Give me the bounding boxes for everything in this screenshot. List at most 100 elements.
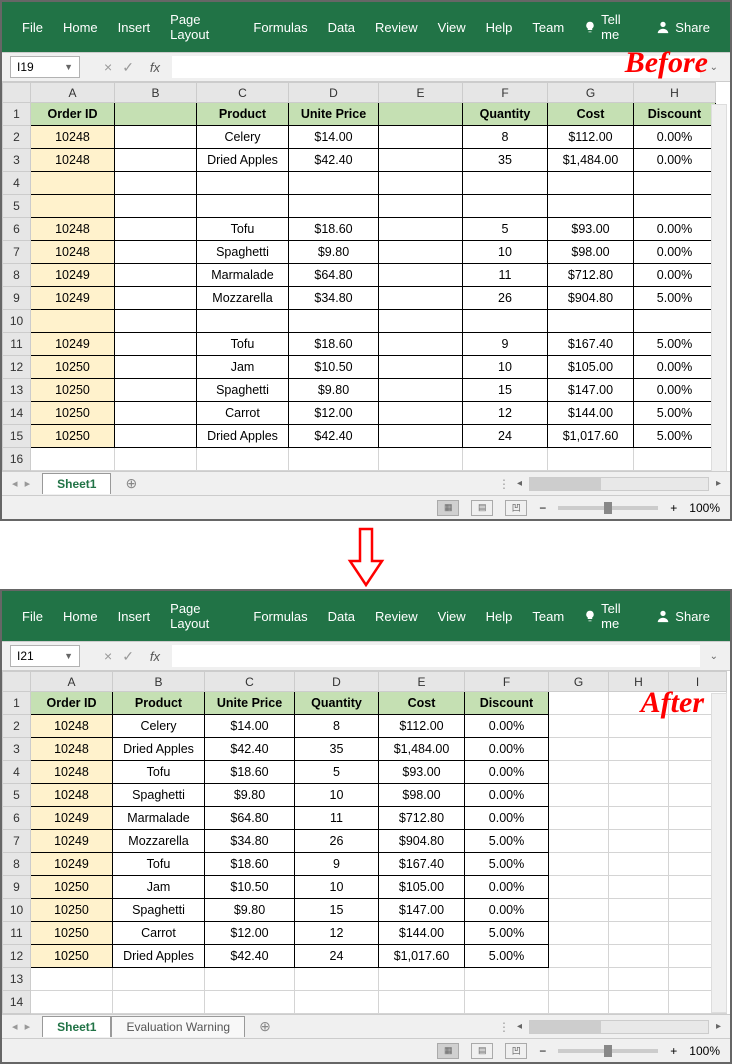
cell-D2[interactable]: $14.00 [289, 126, 379, 149]
cell-H5[interactable] [634, 195, 716, 218]
cell-C7[interactable]: Spaghetti [197, 241, 289, 264]
col-header-G[interactable]: G [549, 672, 609, 692]
cell-H5[interactable] [609, 784, 669, 807]
cell-C11[interactable]: $12.00 [205, 922, 295, 945]
cancel-formula-icon[interactable]: × [104, 648, 112, 664]
enter-formula-icon[interactable]: ✓ [122, 648, 134, 665]
cell-H10[interactable] [634, 310, 716, 333]
spreadsheet-grid-after[interactable]: ABCDEFGHI1Order IDProductUnite PriceQuan… [2, 671, 727, 1014]
row-header-10[interactable]: 10 [3, 310, 31, 333]
cell-A9[interactable]: 10250 [31, 876, 113, 899]
cell-H8[interactable] [609, 853, 669, 876]
formula-expand-icon[interactable]: ⌄ [706, 62, 722, 73]
row-header-6[interactable]: 6 [3, 807, 31, 830]
col-header-H[interactable]: H [634, 83, 716, 103]
fx-icon[interactable]: fx [150, 60, 160, 75]
cell-C11[interactable]: Tofu [197, 333, 289, 356]
row-header-14[interactable]: 14 [3, 991, 31, 1014]
cell-F9[interactable]: 26 [463, 287, 548, 310]
col-header-B[interactable]: B [113, 672, 205, 692]
cell-C15[interactable]: Dried Apples [197, 425, 289, 448]
name-box-dropdown-icon[interactable]: ▼ [64, 651, 73, 661]
row-header-12[interactable]: 12 [3, 356, 31, 379]
row-header-2[interactable]: 2 [3, 715, 31, 738]
cell-H9[interactable] [609, 876, 669, 899]
view-pagelayout-icon[interactable]: ▤ [471, 1043, 493, 1059]
tellme[interactable]: Tell me [574, 597, 646, 635]
cell-A13[interactable]: 10250 [31, 379, 115, 402]
cell-B1[interactable] [115, 103, 197, 126]
cell-D8[interactable]: $64.80 [289, 264, 379, 287]
cell-D12[interactable]: 24 [295, 945, 379, 968]
zoom-level[interactable]: 100% [689, 501, 720, 515]
cell-E9[interactable] [379, 287, 463, 310]
menu-pagelayout[interactable]: Page Layout [160, 597, 243, 635]
cell-B6[interactable] [115, 218, 197, 241]
row-header-3[interactable]: 3 [3, 149, 31, 172]
new-sheet-icon[interactable]: ⊕ [111, 475, 151, 492]
cell-D7[interactable]: 26 [295, 830, 379, 853]
cell-E6[interactable]: $712.80 [379, 807, 465, 830]
col-header-G[interactable]: G [548, 83, 634, 103]
cell-H4[interactable] [609, 761, 669, 784]
menu-home[interactable]: Home [53, 16, 108, 39]
zoom-in-icon[interactable]: + [670, 501, 677, 515]
col-header-F[interactable]: F [465, 672, 549, 692]
cell-D4[interactable]: 5 [295, 761, 379, 784]
cell-F1[interactable]: Discount [465, 692, 549, 715]
cell-F6[interactable]: 5 [463, 218, 548, 241]
zoom-out-icon[interactable]: − [539, 1044, 546, 1058]
cell-E1[interactable]: Cost [379, 692, 465, 715]
cell-A14[interactable]: 10250 [31, 402, 115, 425]
cell-D14[interactable] [295, 991, 379, 1014]
cell-A14[interactable] [31, 991, 113, 1014]
cell-G14[interactable]: $144.00 [548, 402, 634, 425]
menu-help[interactable]: Help [476, 605, 523, 628]
cell-A12[interactable]: 10250 [31, 356, 115, 379]
cell-G8[interactable] [549, 853, 609, 876]
cell-D16[interactable] [289, 448, 379, 471]
cell-B7[interactable]: Mozzarella [113, 830, 205, 853]
cell-A16[interactable] [31, 448, 115, 471]
cell-F14[interactable]: 12 [463, 402, 548, 425]
cell-G2[interactable]: $112.00 [548, 126, 634, 149]
cell-G11[interactable]: $167.40 [548, 333, 634, 356]
cell-D11[interactable]: 12 [295, 922, 379, 945]
cell-C5[interactable]: $9.80 [205, 784, 295, 807]
cell-A11[interactable]: 10250 [31, 922, 113, 945]
cell-F7[interactable]: 10 [463, 241, 548, 264]
view-normal-icon[interactable]: ▦ [437, 500, 459, 516]
cell-C16[interactable] [197, 448, 289, 471]
cell-D2[interactable]: 8 [295, 715, 379, 738]
name-box[interactable]: I21 ▼ [10, 645, 80, 667]
cell-G16[interactable] [548, 448, 634, 471]
cell-H11[interactable] [609, 922, 669, 945]
cell-B13[interactable] [115, 379, 197, 402]
cell-F15[interactable]: 24 [463, 425, 548, 448]
cell-C5[interactable] [197, 195, 289, 218]
cell-E13[interactable] [379, 379, 463, 402]
cell-B1[interactable]: Product [113, 692, 205, 715]
row-header-16[interactable]: 16 [3, 448, 31, 471]
zoom-slider[interactable] [558, 506, 658, 510]
cell-H13[interactable]: 0.00% [634, 379, 716, 402]
row-header-14[interactable]: 14 [3, 402, 31, 425]
col-header-C[interactable]: C [197, 83, 289, 103]
row-header-5[interactable]: 5 [3, 784, 31, 807]
col-header-E[interactable]: E [379, 672, 465, 692]
cell-C10[interactable] [197, 310, 289, 333]
cell-B7[interactable] [115, 241, 197, 264]
cell-G10[interactable] [549, 899, 609, 922]
cell-H6[interactable] [609, 807, 669, 830]
cell-E10[interactable] [379, 310, 463, 333]
view-pagebreak-icon[interactable]: 凹 [505, 1043, 527, 1059]
cell-C14[interactable]: Carrot [197, 402, 289, 425]
cell-F10[interactable] [463, 310, 548, 333]
cell-H12[interactable]: 0.00% [634, 356, 716, 379]
row-header-11[interactable]: 11 [3, 922, 31, 945]
cell-D4[interactable] [289, 172, 379, 195]
cell-D13[interactable] [295, 968, 379, 991]
cell-G7[interactable] [549, 830, 609, 853]
cell-G13[interactable]: $147.00 [548, 379, 634, 402]
cell-A8[interactable]: 10249 [31, 264, 115, 287]
